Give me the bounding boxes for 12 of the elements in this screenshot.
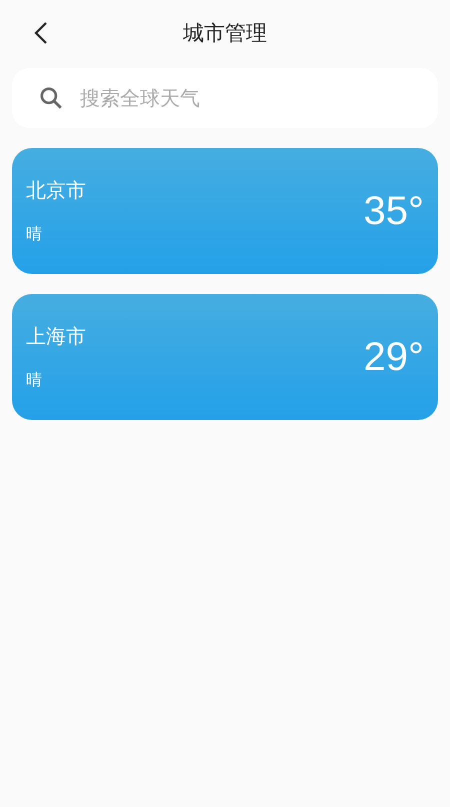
page-title: 城市管理	[183, 20, 267, 47]
temperature: 35°	[364, 188, 424, 234]
city-name: 上海市	[26, 323, 86, 350]
search-field[interactable]: 搜索全球天气	[12, 68, 438, 128]
back-icon	[34, 21, 48, 45]
city-card[interactable]: 上海市 晴 29°	[12, 294, 438, 420]
weather-condition: 晴	[26, 224, 43, 245]
city-name: 北京市	[26, 177, 86, 204]
search-icon	[38, 85, 64, 111]
weather-condition: 晴	[26, 370, 43, 391]
temperature: 29°	[364, 334, 424, 380]
city-card[interactable]: 北京市 晴 35°	[12, 148, 438, 274]
